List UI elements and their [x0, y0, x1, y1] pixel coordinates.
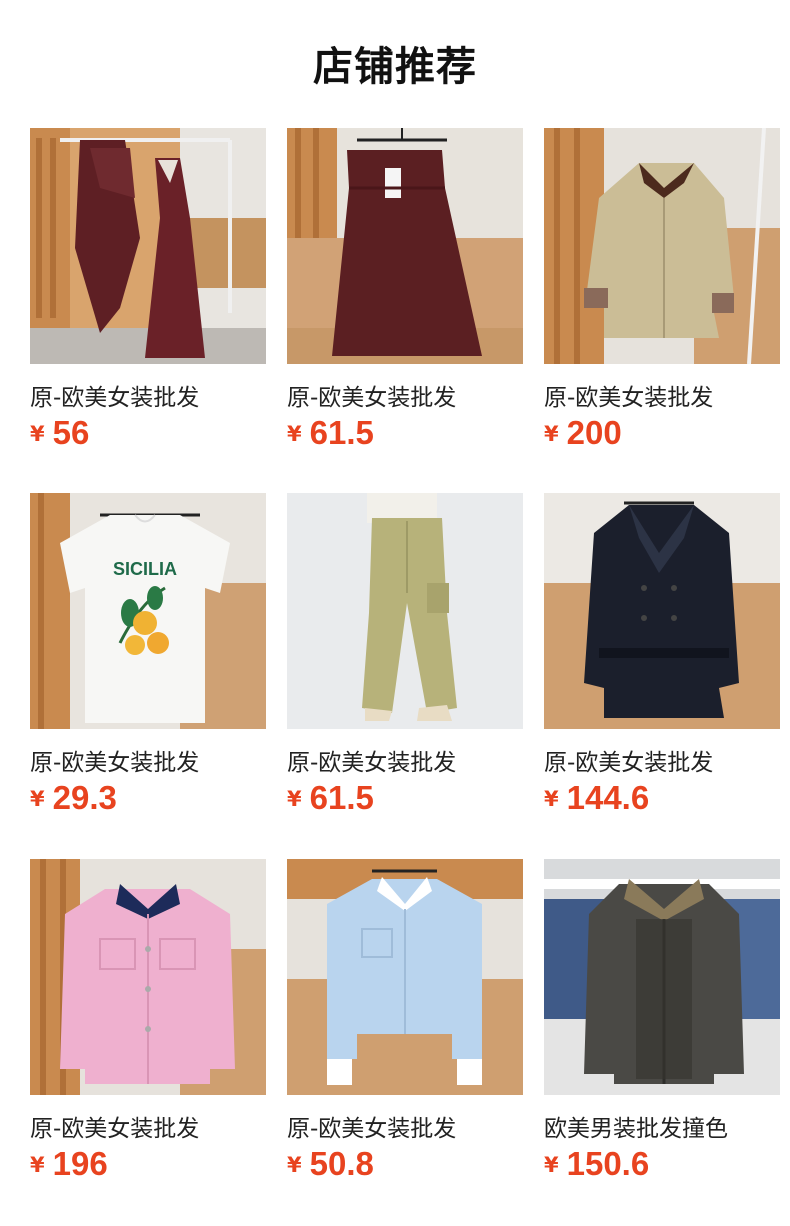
product-image[interactable] [544, 128, 780, 364]
product-price: ¥56 [30, 414, 89, 452]
product-name[interactable]: 原-欧美女装批发 [287, 743, 523, 777]
currency-symbol: ¥ [30, 787, 45, 811]
product-name[interactable]: 原-欧美女装批发 [30, 378, 266, 412]
product-card[interactable]: 原-欧美女装批发 ¥196 [30, 859, 266, 1199]
product-name[interactable]: 原-欧美女装批发 [287, 378, 523, 412]
currency-symbol: ¥ [287, 787, 302, 811]
price-value: 29.3 [52, 779, 117, 816]
product-image[interactable] [287, 859, 523, 1095]
price-value: 56 [52, 414, 90, 451]
product-price: ¥61.5 [287, 779, 374, 817]
product-name[interactable]: 原-欧美女装批发 [30, 743, 266, 777]
product-price: ¥29.3 [30, 779, 117, 817]
currency-symbol: ¥ [544, 1153, 559, 1177]
currency-symbol: ¥ [30, 1153, 45, 1177]
product-name[interactable]: 原-欧美女装批发 [30, 1109, 266, 1143]
tshirt-print-text: SICILIA [113, 559, 177, 579]
price-value: 61.5 [309, 414, 374, 451]
product-image[interactable] [30, 859, 266, 1095]
product-price: ¥50.8 [287, 1145, 374, 1183]
price-value: 150.6 [566, 1145, 650, 1182]
product-image[interactable] [544, 859, 780, 1095]
product-price: ¥200 [544, 414, 622, 452]
page-title: 店铺推荐 [313, 44, 477, 90]
product-card[interactable]: SICILIA 原-欧美女装批发 ¥29.3 [30, 493, 266, 833]
currency-symbol: ¥ [544, 787, 559, 811]
product-price: ¥150.6 [544, 1145, 649, 1183]
product-name[interactable]: 原-欧美女装批发 [544, 743, 780, 777]
product-card[interactable]: 原-欧美女装批发 ¥56 [30, 128, 266, 468]
product-price: ¥61.5 [287, 414, 374, 452]
price-value: 144.6 [566, 779, 650, 816]
price-value: 50.8 [309, 1145, 374, 1182]
product-card[interactable]: 原-欧美女装批发 ¥61.5 [287, 128, 523, 468]
product-card[interactable]: 欧美男装批发撞色 ¥150.6 [544, 859, 780, 1199]
product-image[interactable] [287, 493, 523, 729]
product-price: ¥196 [30, 1145, 108, 1183]
currency-symbol: ¥ [544, 422, 559, 446]
currency-symbol: ¥ [287, 1153, 302, 1177]
currency-symbol: ¥ [287, 422, 302, 446]
product-card[interactable]: 原-欧美女装批发 ¥200 [544, 128, 780, 468]
product-image[interactable] [30, 128, 266, 364]
product-image[interactable]: SICILIA [30, 493, 266, 729]
price-value: 61.5 [309, 779, 374, 816]
product-name[interactable]: 原-欧美女装批发 [544, 378, 780, 412]
product-card[interactable]: 原-欧美女装批发 ¥144.6 [544, 493, 780, 833]
product-price: ¥144.6 [544, 779, 649, 817]
product-name[interactable]: 欧美男装批发撞色 [544, 1109, 780, 1143]
product-image[interactable] [287, 128, 523, 364]
price-value: 196 [52, 1145, 108, 1182]
currency-symbol: ¥ [30, 422, 45, 446]
product-card[interactable]: 原-欧美女装批发 ¥50.8 [287, 859, 523, 1199]
price-value: 200 [566, 414, 622, 451]
product-name[interactable]: 原-欧美女装批发 [287, 1109, 523, 1143]
store-recommendations-page: 店铺推荐 原-欧美女装批发 ¥ 56 原-欧美女装批发 ¥ 61.5 原-欧美女… [0, 0, 790, 1226]
product-card[interactable]: 原-欧美女装批发 ¥61.5 [287, 493, 523, 833]
product-image[interactable] [544, 493, 780, 729]
